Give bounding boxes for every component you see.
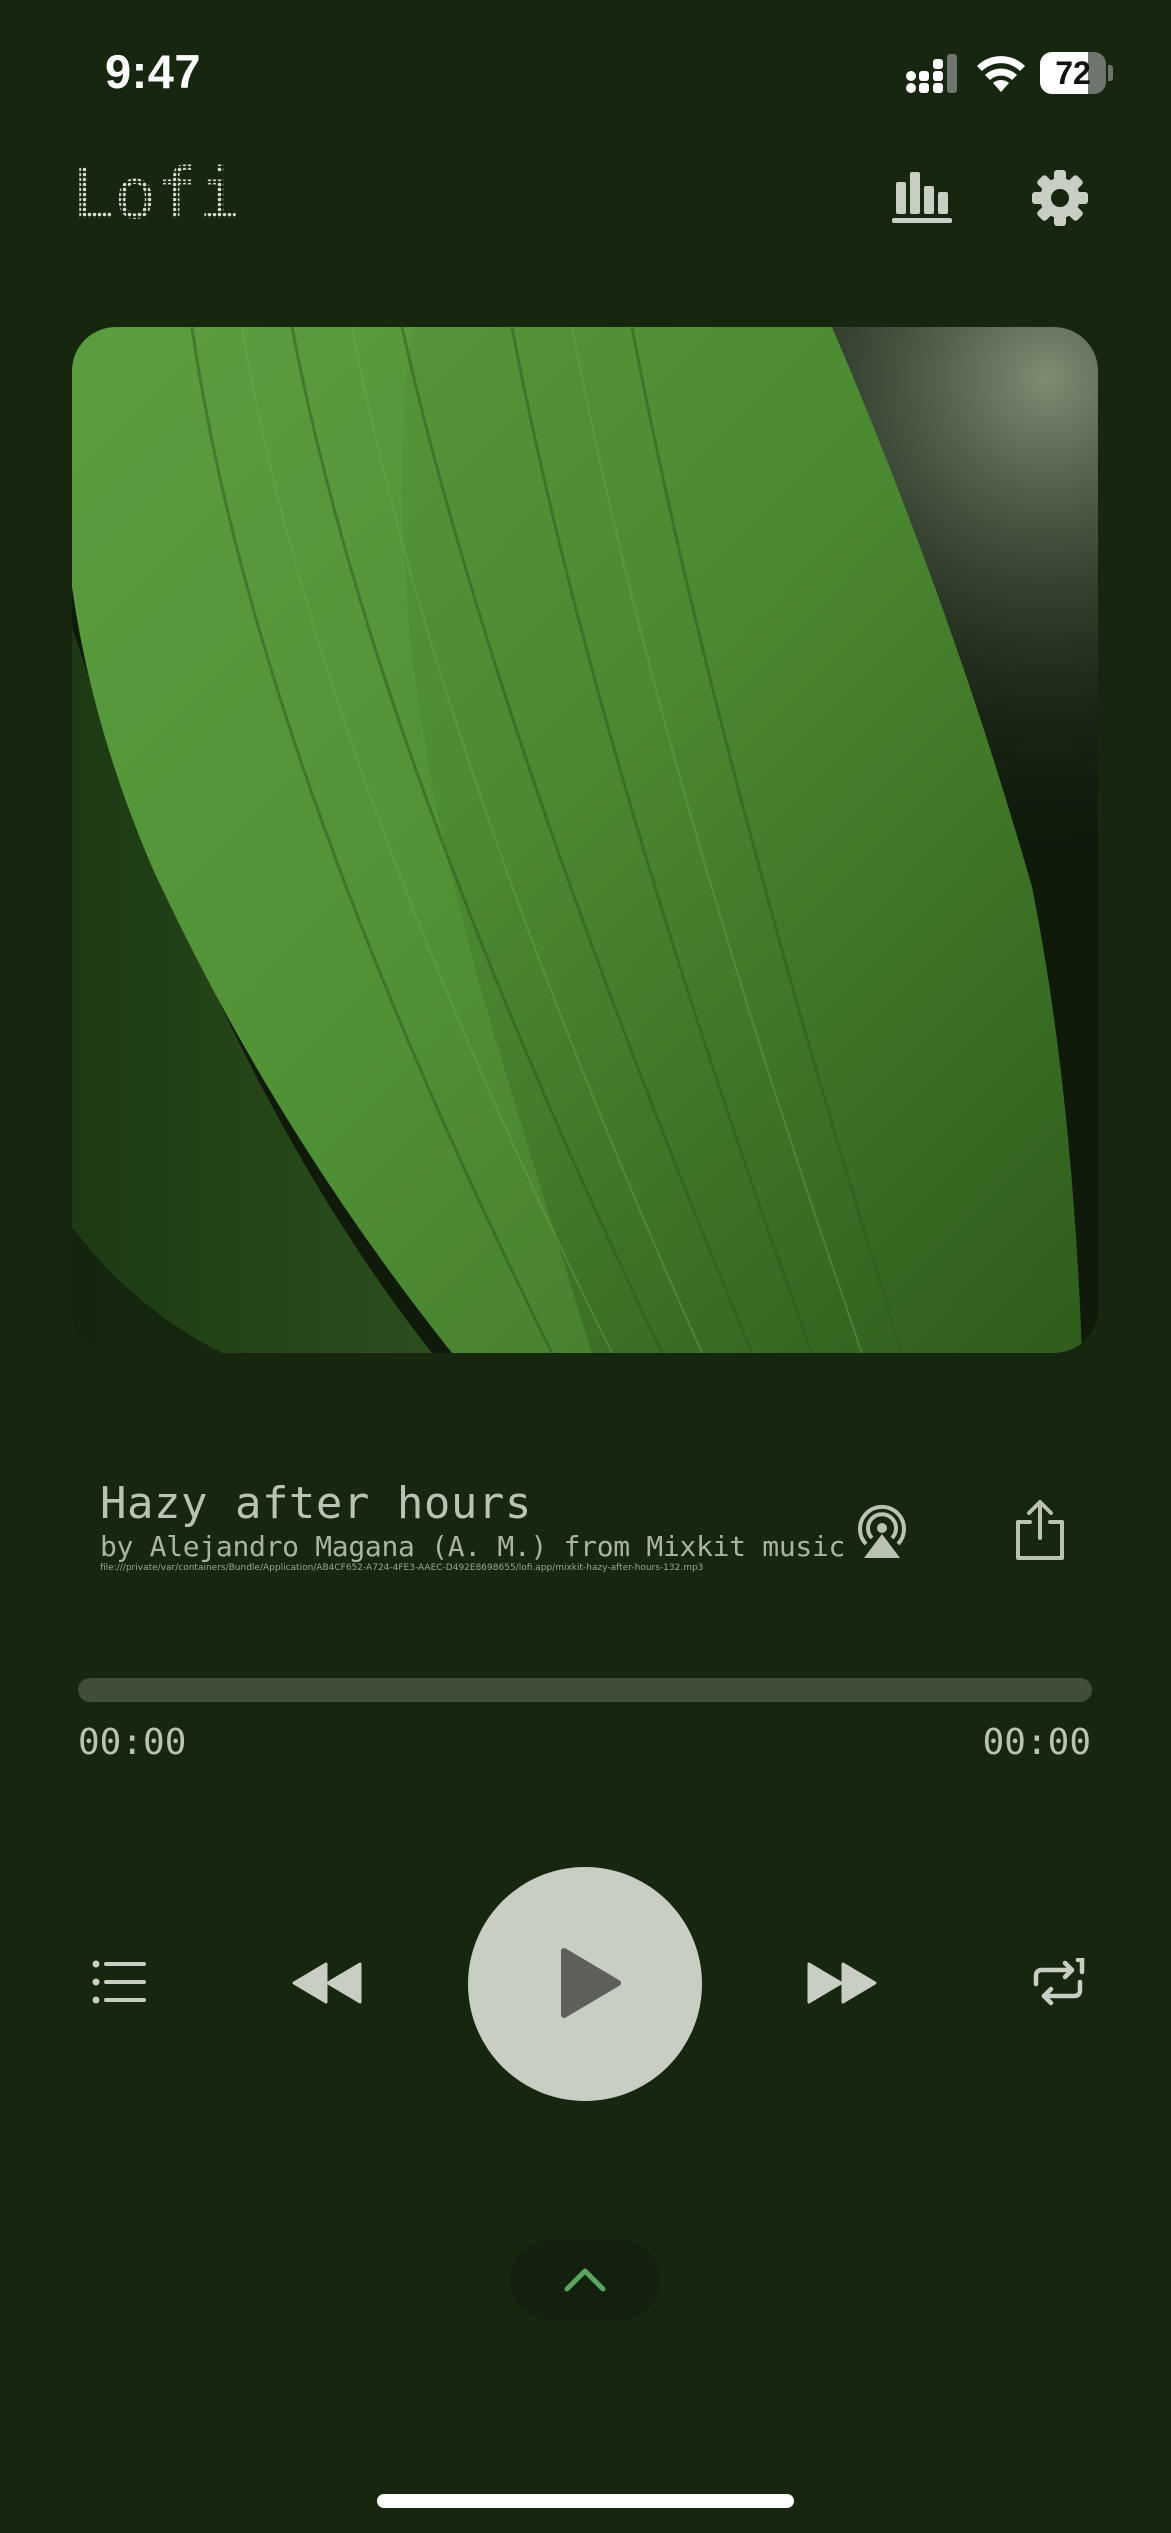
track-artist: by Alejandro Magana (A. M.) from Mixkit …: [100, 1530, 846, 1563]
airplay-icon[interactable]: [852, 1500, 912, 1560]
list-icon[interactable]: [92, 1960, 148, 2004]
album-artwork: [72, 327, 1098, 1353]
share-icon[interactable]: [1012, 1498, 1068, 1562]
cellular-signal-icon: [906, 54, 957, 93]
play-icon: [561, 1948, 621, 2018]
equalizer-icon[interactable]: [892, 170, 952, 224]
svg-text:Lofi.: Lofi.: [72, 153, 242, 232]
app-logo: Lofi.: [72, 153, 242, 232]
wifi-icon: [977, 56, 1025, 92]
repeat-one-icon[interactable]: [1032, 1958, 1088, 2008]
gear-icon[interactable]: [1030, 168, 1090, 228]
fast-forward-icon[interactable]: [805, 1960, 879, 2006]
playback-progress-bar[interactable]: [78, 1678, 1092, 1702]
elapsed-time: 00:00: [78, 1722, 187, 1763]
status-bar: 9:47 72: [0, 0, 1171, 150]
total-duration: 00:00: [982, 1722, 1091, 1763]
status-time: 9:47: [105, 45, 202, 98]
battery-level: 72: [1055, 55, 1091, 91]
expand-button[interactable]: [510, 2240, 660, 2320]
play-button[interactable]: [468, 1867, 702, 2101]
rewind-icon[interactable]: [290, 1960, 364, 2006]
home-indicator[interactable]: [377, 2494, 794, 2508]
chevron-up-icon: [564, 2268, 606, 2292]
track-file-path: file:///private/var/containers/Bundle/Ap…: [100, 1563, 704, 1573]
track-title: Hazy after hours: [100, 1478, 532, 1529]
battery-indicator: 72: [1040, 52, 1113, 94]
